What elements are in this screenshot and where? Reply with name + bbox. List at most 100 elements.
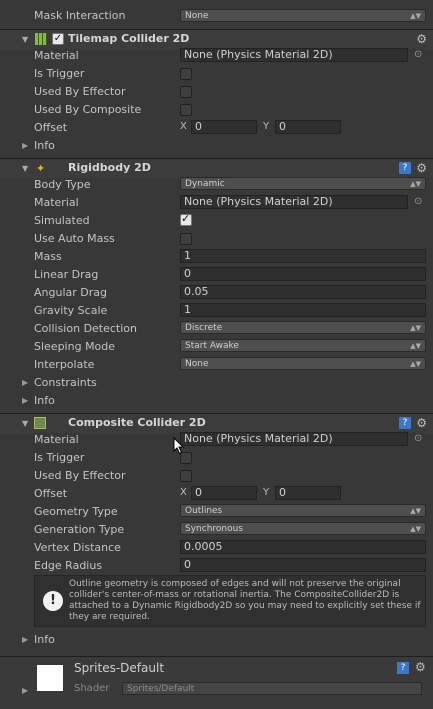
object-picker-icon[interactable]: ⊙ xyxy=(414,434,424,444)
dropdown-caret-icon: ▲▼ xyxy=(410,507,421,515)
linear-drag-field[interactable]: 0 xyxy=(180,267,426,281)
material-preview-swatch xyxy=(37,665,63,691)
rigidbody-material-field[interactable]: None (Physics Material 2D) xyxy=(180,195,408,209)
shader-value: Sprites/Default xyxy=(127,684,195,694)
tilemap-offset-x-field[interactable]: 0 xyxy=(191,120,257,134)
constraints-foldout[interactable]: Constraints xyxy=(34,376,97,389)
composite-material-label: Material xyxy=(34,433,79,446)
geometry-type-value: Outlines xyxy=(185,506,223,516)
composite-offset-label: Offset xyxy=(34,487,68,500)
warning-helpbox: ! Outline geometry is composed of edges … xyxy=(34,575,426,627)
composite-collider-icon xyxy=(34,417,46,429)
simulated-label: Simulated xyxy=(34,214,90,227)
help-book-icon[interactable]: ? xyxy=(399,162,411,174)
foldout-arrow-icon[interactable]: ▶ xyxy=(22,635,28,644)
component-enabled-checkbox[interactable]: ✓ xyxy=(52,33,64,45)
body-type-dropdown[interactable]: Dynamic ▲▼ xyxy=(180,177,426,190)
dropdown-caret-icon: ▲▼ xyxy=(410,525,421,533)
sleeping-mode-dropdown[interactable]: Start Awake ▲▼ xyxy=(180,339,426,352)
sleeping-mode-label: Sleeping Mode xyxy=(34,340,116,353)
dropdown-caret-icon: ▲▼ xyxy=(410,12,421,20)
composite-used-by-effector-checkbox[interactable] xyxy=(180,470,192,482)
interpolate-dropdown[interactable]: None ▲▼ xyxy=(180,357,426,370)
foldout-arrow-icon[interactable]: ▶ xyxy=(22,141,28,150)
gravity-scale-field[interactable]: 1 xyxy=(180,303,426,317)
tilemap-used-by-composite-checkbox[interactable] xyxy=(180,104,192,116)
geometry-type-label: Geometry Type xyxy=(34,505,118,518)
gear-icon[interactable]: ⚙ xyxy=(416,32,427,46)
mask-interaction-dropdown[interactable]: None ▲▼ xyxy=(180,9,426,22)
edge-radius-field[interactable]: 0 xyxy=(180,558,426,572)
mouse-cursor-icon xyxy=(173,437,185,455)
mass-label: Mass xyxy=(34,250,62,263)
body-type-value: Dynamic xyxy=(185,179,225,189)
foldout-arrow-icon[interactable]: ▼ xyxy=(22,164,28,173)
tilemap-used-by-effector-checkbox[interactable] xyxy=(180,86,192,98)
generation-type-dropdown[interactable]: Synchronous ▲▼ xyxy=(180,522,426,535)
foldout-arrow-icon[interactable]: ▼ xyxy=(22,35,28,44)
tilemap-grid-icon xyxy=(35,33,47,45)
tilemap-material-label: Material xyxy=(34,49,79,62)
composite-offset-x-label: X xyxy=(180,487,187,498)
tilemap-offset-y-field[interactable]: 0 xyxy=(275,120,341,134)
material-name: Sprites-Default xyxy=(74,661,165,675)
tilemap-used-by-composite-label: Used By Composite xyxy=(34,103,142,116)
tilemap-collider-header[interactable]: ▼ ✓ Tilemap Collider 2D ⚙ xyxy=(0,29,433,49)
foldout-arrow-icon[interactable]: ▼ xyxy=(22,419,28,428)
dropdown-caret-icon: ▲▼ xyxy=(410,180,421,188)
rigidbody-title: Rigidbody 2D xyxy=(68,161,151,174)
mask-interaction-value: None xyxy=(185,11,209,21)
rigidbody-header[interactable]: ▼ ✦ Rigidbody 2D ? ⚙ xyxy=(0,158,433,178)
tilemap-is-trigger-checkbox[interactable] xyxy=(180,68,192,80)
sleeping-mode-value: Start Awake xyxy=(185,341,239,351)
gear-icon[interactable]: ⚙ xyxy=(416,416,427,430)
tilemap-is-trigger-label: Is Trigger xyxy=(34,67,85,80)
foldout-arrow-icon[interactable]: ▶ xyxy=(22,378,28,387)
rigidbody-info-foldout[interactable]: Info xyxy=(34,394,55,407)
linear-drag-label: Linear Drag xyxy=(34,268,99,281)
use-auto-mass-label: Use Auto Mass xyxy=(34,232,115,245)
angular-drag-field[interactable]: 0.05 xyxy=(180,285,426,299)
edge-radius-label: Edge Radius xyxy=(34,559,103,572)
foldout-arrow-icon[interactable]: ▶ xyxy=(22,686,28,695)
mass-field[interactable]: 1 xyxy=(180,249,426,263)
object-picker-icon[interactable]: ⊙ xyxy=(414,197,424,207)
geometry-type-dropdown[interactable]: Outlines ▲▼ xyxy=(180,504,426,517)
dropdown-caret-icon: ▲▼ xyxy=(410,360,421,368)
composite-used-by-effector-label: Used By Effector xyxy=(34,469,126,482)
composite-info-foldout[interactable]: Info xyxy=(34,633,55,646)
composite-offset-x-field[interactable]: 0 xyxy=(191,486,257,500)
foldout-arrow-icon[interactable]: ▶ xyxy=(22,396,28,405)
use-auto-mass-checkbox[interactable] xyxy=(180,233,192,245)
composite-collider-title: Composite Collider 2D xyxy=(68,416,206,429)
interpolate-value: None xyxy=(185,359,209,369)
collision-detection-value: Discrete xyxy=(185,323,223,333)
gravity-scale-label: Gravity Scale xyxy=(34,304,108,317)
interpolate-label: Interpolate xyxy=(34,358,95,371)
composite-is-trigger-label: Is Trigger xyxy=(34,451,85,464)
tilemap-info-foldout[interactable]: Info xyxy=(34,139,55,152)
collision-detection-label: Collision Detection xyxy=(34,322,138,335)
gear-icon[interactable]: ⚙ xyxy=(416,161,427,175)
body-type-label: Body Type xyxy=(34,178,91,191)
gear-icon[interactable]: ⚙ xyxy=(415,660,426,674)
mask-interaction-label: Mask Interaction xyxy=(34,9,126,22)
shader-dropdown[interactable]: Sprites/Default xyxy=(122,682,422,695)
object-picker-icon[interactable]: ⊙ xyxy=(414,50,424,60)
simulated-checkbox[interactable] xyxy=(180,212,192,226)
tilemap-offset-x-label: X xyxy=(180,121,187,132)
angular-drag-label: Angular Drag xyxy=(34,286,107,299)
composite-offset-y-field[interactable]: 0 xyxy=(275,486,341,500)
rigidbody-icon: ✦ xyxy=(36,162,46,175)
tilemap-used-by-effector-label: Used By Effector xyxy=(34,85,126,98)
help-book-icon[interactable]: ? xyxy=(397,662,409,674)
tilemap-offset-label: Offset xyxy=(34,121,68,134)
dropdown-caret-icon: ▲▼ xyxy=(410,324,421,332)
help-book-icon[interactable]: ? xyxy=(399,417,411,429)
tilemap-material-field[interactable]: None (Physics Material 2D) xyxy=(180,48,408,62)
composite-material-field[interactable]: None (Physics Material 2D) xyxy=(180,432,408,446)
generation-type-label: Generation Type xyxy=(34,523,125,536)
vertex-distance-field[interactable]: 0.0005 xyxy=(180,540,426,554)
composite-collider-header[interactable]: ▼ Composite Collider 2D ? ⚙ xyxy=(0,413,433,433)
collision-detection-dropdown[interactable]: Discrete ▲▼ xyxy=(180,321,426,334)
